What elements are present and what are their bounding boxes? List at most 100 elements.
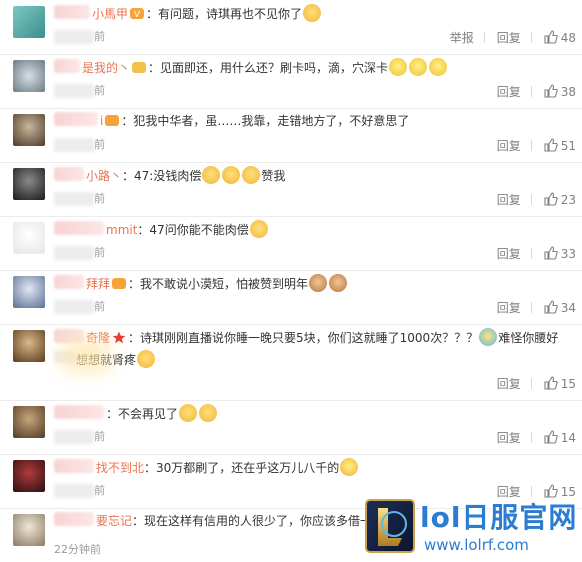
avatar[interactable] [13, 168, 45, 200]
comment-item: xx是我的丶 ：见面即还，用什么还？刷卡吗，滴，穴深卡 00前 回复 38 [0, 54, 582, 109]
sweat-emoji-icon [479, 328, 498, 346]
comment-actions: 回复 14 [495, 430, 576, 445]
like-count: 34 [560, 301, 576, 315]
username-redacted: xx [54, 512, 94, 526]
comment-actions: 回复 34 [495, 300, 576, 315]
avatar[interactable] [13, 514, 45, 546]
reply-button[interactable]: 回复 [497, 247, 521, 261]
username[interactable]: 找不到北 [96, 461, 144, 475]
watermark-url: www.lolrf.com [424, 536, 529, 554]
reply-button[interactable]: 回复 [497, 139, 521, 153]
thumbs-up-icon [544, 84, 558, 98]
svg-text:V: V [134, 10, 141, 20]
shiba-emoji-icon [329, 274, 348, 292]
like-count: 48 [560, 31, 576, 45]
comment-text: ：47问你能不能肉偿 [137, 223, 249, 237]
thumbs-up-icon [544, 376, 558, 390]
like-button[interactable]: 34 [544, 300, 576, 315]
like-button[interactable]: 23 [544, 192, 576, 207]
reply-button[interactable]: 回复 [497, 377, 521, 391]
comment-actions: 举报 回复 48 [448, 30, 576, 45]
doge-emoji-icon [137, 350, 156, 368]
doge-emoji-icon [303, 4, 322, 22]
username[interactable]: 拜拜 [86, 277, 110, 291]
username[interactable]: 是我的丶 [82, 61, 130, 75]
like-button[interactable]: 14 [544, 430, 576, 445]
comment-line: xx奇隆：诗琪刚刚直播说你睡一晚只要5块，你们这就睡了1000次？？？难怪你腰好 [54, 328, 558, 346]
comment-text-tail: 赞我 [261, 169, 286, 183]
avatar[interactable] [13, 6, 45, 38]
like-button[interactable]: 51 [544, 138, 576, 153]
comment-text-tail: 难怪你腰好 [498, 331, 559, 345]
comment-time: 00前 [54, 30, 105, 44]
comment-text: ：现在这样有信用的人很少了，你应该多借一 [132, 514, 373, 528]
like-count: 38 [560, 85, 576, 99]
smile-emoji-icon [409, 58, 428, 76]
like-count: 14 [560, 431, 576, 445]
comment-text: ：诗琪刚刚直播说你睡一晚只要5块，你们这就睡了1000次？？？ [128, 331, 479, 345]
avatar[interactable] [13, 276, 45, 308]
thumbs-up-icon [544, 300, 558, 314]
thumbs-up-icon [544, 192, 558, 206]
doge-emoji-icon [222, 166, 241, 184]
comment-actions: 回复 51 [495, 138, 576, 153]
comment-time: 00前 [54, 484, 105, 498]
username-redacted: xx [54, 459, 94, 473]
comment-item: xx拜拜 ：我不敢说小漠短，怕被赞到明年 00前 回复 34 [0, 270, 582, 325]
comment-item: xx奇隆：诗琪刚刚直播说你睡一晚只要5块，你们这就睡了1000次？？？难怪你腰好… [0, 324, 582, 401]
comment-line: xx小路丶：47:没钱肉偿 赞我 [54, 166, 285, 184]
member-badge-icon [105, 115, 120, 126]
comment-text: ：不会再见了 [106, 407, 179, 421]
username[interactable]: 小路丶 [86, 169, 122, 183]
avatar[interactable] [13, 222, 45, 254]
reply-button[interactable]: 回复 [497, 301, 521, 315]
username-redacted: xx [54, 405, 104, 419]
comment-text: ：见面即还，用什么还？刷卡吗，滴，穴深卡 [148, 61, 389, 75]
comment-actions: 回复 33 [495, 246, 576, 261]
username[interactable]: 小馬甲 [92, 7, 128, 21]
like-count: 33 [560, 247, 576, 261]
doge-emoji-icon [199, 404, 218, 422]
reply-button[interactable]: 回复 [497, 193, 521, 207]
comment-text: ：47:没钱肉偿 [122, 169, 202, 183]
like-count: 23 [560, 193, 576, 207]
comment-time: 00前 [54, 192, 105, 206]
comment-actions: 回复 15 [495, 376, 576, 391]
avatar[interactable] [13, 460, 45, 492]
reply-button[interactable]: 回复 [497, 31, 521, 45]
comment-time: 22分钟前 [54, 543, 101, 556]
avatar[interactable] [13, 114, 45, 146]
comment-text: ：犯我中华者，虽……我靠，走错地方了，不好意思了 [121, 114, 410, 128]
reply-button[interactable]: 回复 [497, 85, 521, 99]
username-redacted: xx [54, 167, 84, 181]
thumbs-up-icon [544, 138, 558, 152]
username[interactable]: i [100, 114, 103, 128]
reply-button[interactable]: 回复 [497, 431, 521, 445]
avatar[interactable] [13, 406, 45, 438]
comment-line: xx找不到北：30万都刷了，还在乎这万儿八千的 [54, 458, 359, 476]
comment-line: xx小馬甲 V ：有问题，诗琪再也不见你了 [54, 4, 322, 22]
comment-item: xx小路丶：47:没钱肉偿 赞我 00前 回复 23 [0, 162, 582, 217]
comment-time: 00前 [54, 300, 105, 314]
like-button[interactable]: 38 [544, 84, 576, 99]
username-redacted: xx [54, 275, 84, 289]
username[interactable]: 要忘记 [96, 514, 132, 528]
watermark-title: lol日服官网 [420, 501, 578, 534]
like-button[interactable]: 15 [544, 376, 576, 391]
smile-emoji-icon [389, 58, 408, 76]
comment-line: xxi ：犯我中华者，虽……我靠，走错地方了，不好意思了 [54, 112, 409, 130]
avatar[interactable] [13, 60, 45, 92]
comment-text: ：我不敢说小漠短，怕被赞到明年 [128, 277, 309, 291]
username-redacted: xx [54, 221, 104, 235]
watermark: lol日服官网 www.lolrf.com [364, 496, 582, 560]
comment-text: ：30万都刷了，还在乎这万儿八千的 [144, 461, 340, 475]
avatar[interactable] [13, 330, 45, 362]
thumbs-up-icon [544, 30, 558, 44]
comment-line: xx拜拜 ：我不敢说小漠短，怕被赞到明年 [54, 274, 348, 292]
username[interactable]: mmit [106, 223, 137, 237]
member-badge-icon [132, 62, 147, 73]
report-button[interactable]: 举报 [450, 31, 474, 45]
like-button[interactable]: 48 [544, 30, 576, 45]
like-button[interactable]: 33 [544, 246, 576, 261]
comment-time: 00前 [54, 138, 105, 152]
